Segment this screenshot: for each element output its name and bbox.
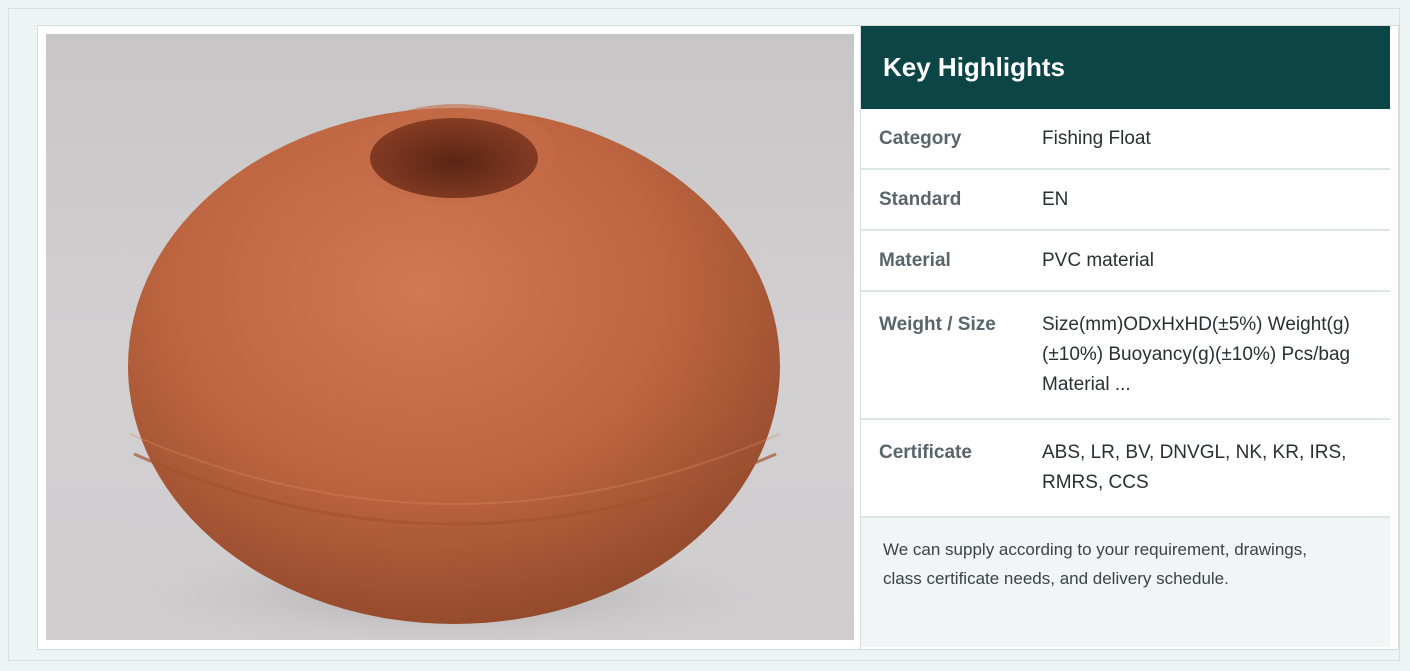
spec-label: Material [879, 249, 951, 271]
key-highlights-panel: Key Highlights Category Fishing Float St… [860, 26, 1390, 649]
spec-table: Category Fishing Float Standard EN Mater… [861, 109, 1390, 518]
spec-row-standard: Standard EN [861, 170, 1390, 231]
spec-label: Certificate [879, 442, 972, 463]
float-hole [370, 118, 538, 198]
spec-value: Size(mm)ODxHxHD(±5%) Weight(g)(±10%) Buo… [1042, 314, 1351, 395]
key-highlights-title: Key Highlights [861, 26, 1390, 109]
spec-row-weight-size: Weight / Size Size(mm)ODxHxHD(±5%) Weigh… [861, 292, 1390, 420]
spec-value: EN [1042, 188, 1069, 210]
spec-label: Category [879, 127, 962, 149]
product-card: Key Highlights Category Fishing Float St… [37, 25, 1399, 650]
spec-row-category: Category Fishing Float [861, 109, 1390, 170]
spec-row-material: Material PVC material [861, 231, 1390, 292]
product-image [46, 34, 854, 640]
supply-note: We can supply according to your requirem… [861, 518, 1390, 647]
fishing-float-illustration [121, 104, 781, 640]
spec-value: Fishing Float [1042, 127, 1151, 149]
page-background: Key Highlights Category Fishing Float St… [8, 8, 1400, 661]
spec-value: PVC material [1042, 249, 1154, 271]
spec-label: Weight / Size [879, 314, 996, 335]
spec-row-certificate: Certificate ABS, LR, BV, DNVGL, NK, KR, … [861, 420, 1390, 518]
spec-value: ABS, LR, BV, DNVGL, NK, KR, IRS, RMRS, C… [1042, 442, 1347, 493]
spec-label: Standard [879, 188, 962, 210]
